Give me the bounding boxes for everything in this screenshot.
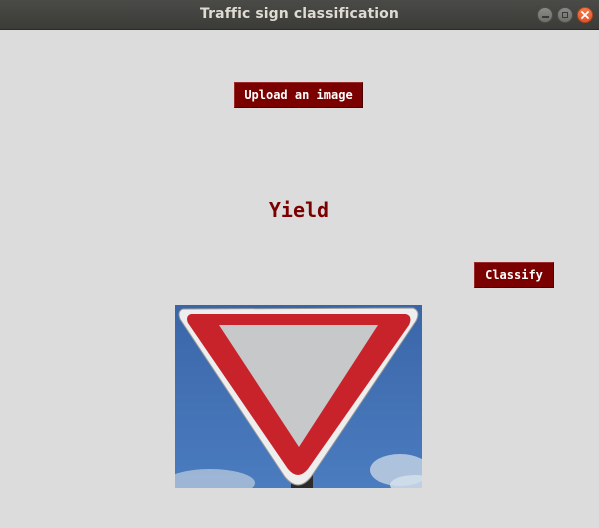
maximize-icon — [562, 12, 568, 18]
maximize-button[interactable] — [557, 7, 573, 23]
minimize-button[interactable] — [537, 7, 553, 23]
close-icon — [581, 11, 589, 19]
yield-sign-image — [175, 305, 422, 488]
classify-button[interactable]: Classify — [474, 262, 554, 288]
titlebar[interactable]: Traffic sign classification — [0, 0, 599, 30]
window-title: Traffic sign classification — [200, 6, 399, 22]
app-window: Traffic sign classification Upload an im… — [0, 0, 599, 528]
classification-result: Yield — [268, 198, 330, 222]
close-button[interactable] — [577, 7, 593, 23]
upload-image-button[interactable]: Upload an image — [234, 82, 363, 108]
minimize-icon — [541, 15, 549, 18]
preview-image — [175, 305, 422, 488]
